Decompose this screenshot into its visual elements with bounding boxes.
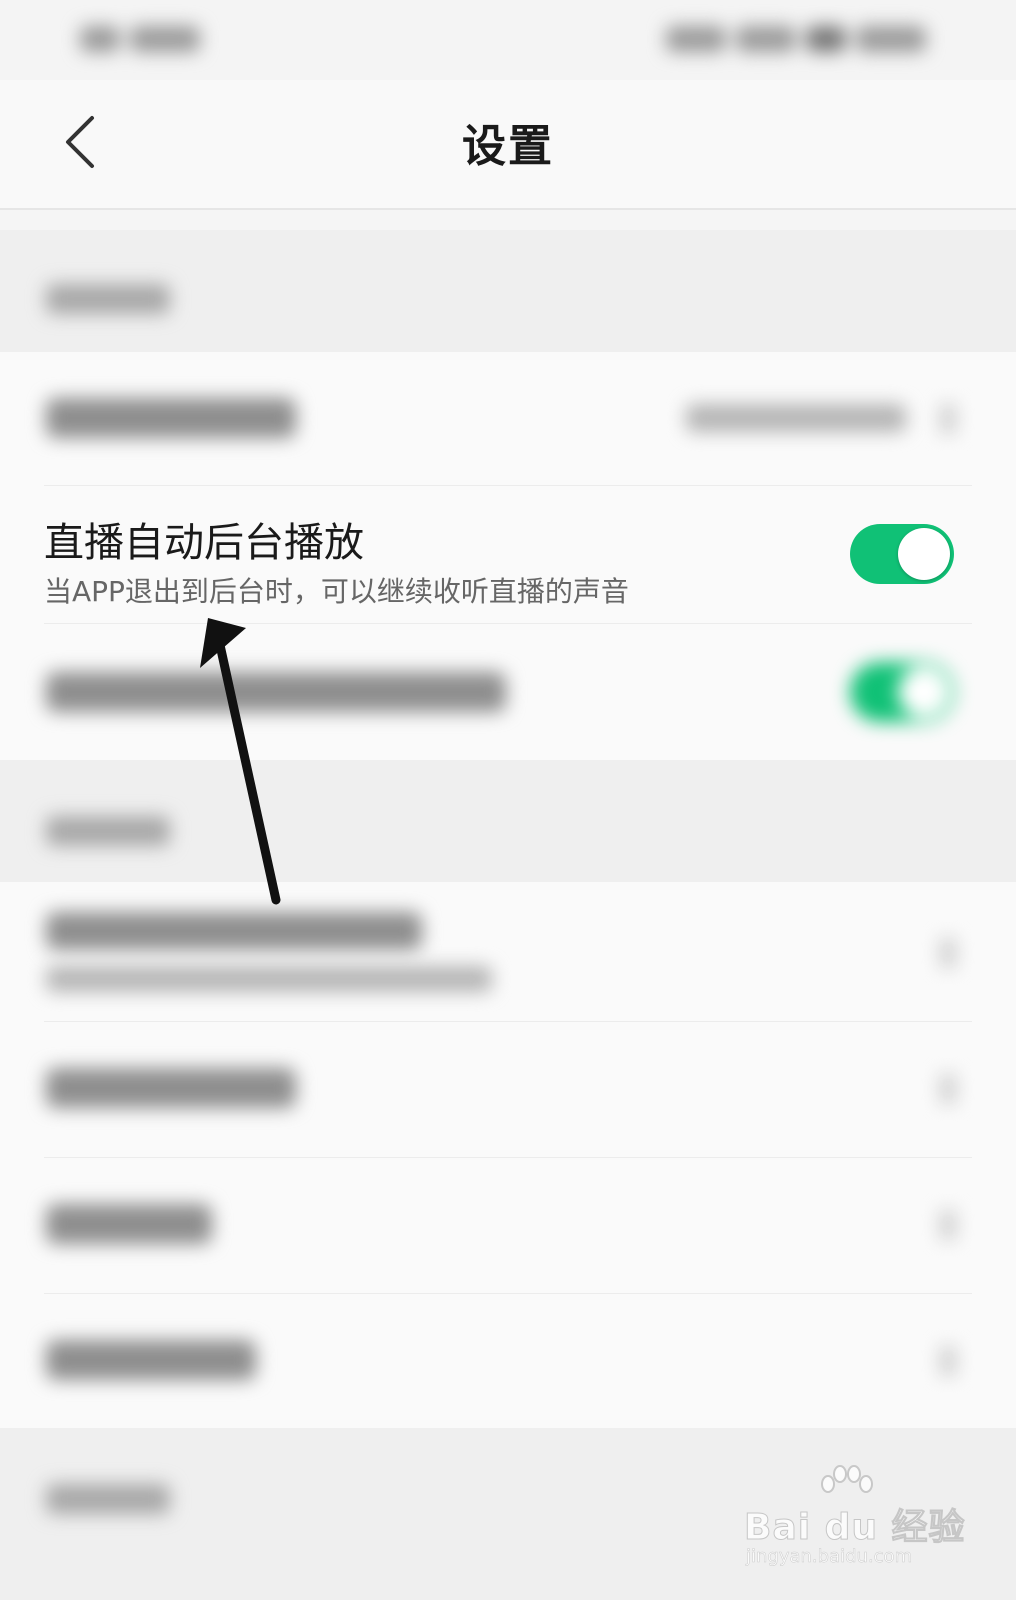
baidu-jingyan-watermark: Bai du 经验 jingyan.baidu.com — [744, 1465, 965, 1576]
navigation-header: 设置 — [0, 80, 1016, 210]
watermark-main-text: Bai du 经验 — [744, 1507, 966, 1549]
live-background-play-row: 直播自动后台播放 当APP退出到后台时，可以继续收听直播的声音 — [0, 486, 1016, 624]
live-background-play-title: 直播自动后台播放 — [44, 520, 364, 566]
page-title: 设置 — [462, 121, 554, 172]
status-bar-left-blurred — [80, 22, 210, 56]
toggle-blurred[interactable] — [850, 662, 954, 722]
settings-row-blurred[interactable] — [0, 882, 1016, 1022]
status-bar-right-blurred — [646, 22, 926, 56]
settings-row-blurred[interactable] — [0, 352, 1016, 486]
settings-row-blurred[interactable] — [0, 1294, 1016, 1428]
settings-row-blurred[interactable] — [0, 1158, 1016, 1294]
settings-row-blurred[interactable] — [0, 1022, 1016, 1158]
watermark-url-text: jingyan.baidu.com — [746, 1546, 913, 1568]
status-bar — [0, 0, 1016, 80]
section-header-blurred — [0, 760, 1016, 882]
section-header-blurred — [0, 230, 1016, 352]
live-background-play-toggle[interactable] — [850, 524, 954, 584]
settings-row-blurred[interactable] — [0, 624, 1016, 760]
toggle-knob — [898, 528, 950, 580]
live-background-play-description: 当APP退出到后台时，可以继续收听直播的声音 — [44, 575, 629, 608]
